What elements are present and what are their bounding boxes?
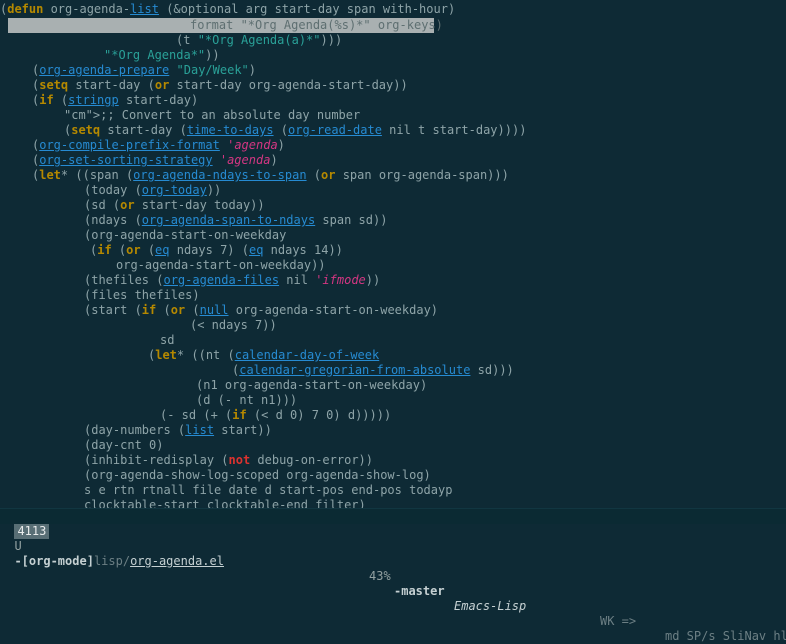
code-line: (setq start-day (or start-day org-agenda…: [32, 78, 408, 92]
code-line: (n1 org-agenda-start-on-weekday): [196, 378, 428, 392]
code-line: (org-set-sorting-strategy 'agenda): [32, 153, 278, 167]
buffer-state: U: [14, 539, 22, 553]
modeline-minor-modes: md SP/s SliNav hl: [665, 629, 786, 643]
code-line: (setq start-day (time-to-days (org-read-…: [64, 123, 527, 137]
code-line-highlighted: format "*Org Agenda(%s)*" org-keys): [190, 18, 443, 32]
code-line: sd: [160, 333, 175, 347]
code-line: (- sd (+ (if (< d 0) 7 0) d))))): [160, 408, 392, 422]
code-line: (start (if (or (null org-agenda-start-on…: [84, 303, 439, 317]
code-line: (day-cnt 0): [84, 438, 164, 452]
code-line: (calendar-gregorian-from-absolute sd))): [232, 363, 514, 377]
code-line: (d (- nt n1))): [196, 393, 298, 407]
file-path: lisp/: [93, 554, 131, 568]
mode-line: 4113 U -[org-mode]lisp/org-agenda.el 43%…: [0, 508, 786, 643]
file-name[interactable]: org-agenda.el: [130, 554, 224, 569]
code-line: (sd (or start-day today)): [84, 198, 265, 212]
editor-buffer[interactable]: format "*Org Agenda(%s)*" org-keys) (def…: [0, 0, 786, 508]
code-line: (org-agenda-prepare "Day/Week"): [32, 63, 256, 77]
code-line: (thefiles (org-agenda-files nil 'ifmode)…: [84, 273, 381, 287]
scroll-percent: 43%: [369, 569, 391, 583]
modeline-right: WK =>: [600, 614, 637, 628]
code-line: (org-compile-prefix-format 'agenda): [32, 138, 285, 152]
code-line: (if (or (eq ndays 7) (eq ndays 14)): [90, 243, 343, 257]
code-line: (if (stringp start-day): [32, 93, 199, 107]
code-line: (let* ((nt (calendar-day-of-week: [148, 348, 380, 362]
code-line: (ndays (org-agenda-span-to-ndays span sd…: [84, 213, 388, 227]
code-line: (inhibit-redisplay (not debug-on-error)): [84, 453, 374, 467]
code-line: (files thefiles): [84, 288, 200, 302]
code-line: (day-numbers (list start)): [84, 423, 272, 437]
code-line: (today (org-today)): [84, 183, 222, 197]
code-line: (t "*Org Agenda(a)*"))): [176, 33, 343, 47]
code-line: (org-agenda-show-log-scoped org-agenda-s…: [84, 468, 431, 482]
code-line: org-agenda-start-on-weekday)): [116, 258, 326, 272]
code-line: (< ndays 7)): [190, 318, 277, 332]
code-line: (defun org-agenda-list (&optional arg st…: [0, 2, 456, 16]
code-line: clocktable-start clocktable-end filter): [84, 498, 366, 508]
code-line: "*Org Agenda*")): [104, 48, 220, 62]
code-line: (org-agenda-start-on-weekday: [84, 228, 287, 242]
vc-branch[interactable]: -master: [394, 584, 445, 599]
major-mode-name[interactable]: Emacs-Lisp: [454, 599, 526, 614]
code-line: "cm">;; Convert to an absolute day numbe…: [64, 108, 361, 122]
major-mode-indicator[interactable]: -[org-mode]: [14, 554, 93, 569]
line-number: 4113: [14, 524, 50, 539]
code-line: (let* ((span (org-agenda-ndays-to-span (…: [32, 168, 509, 182]
code-line: s e rtn rtnall file date d start-pos end…: [84, 483, 453, 497]
